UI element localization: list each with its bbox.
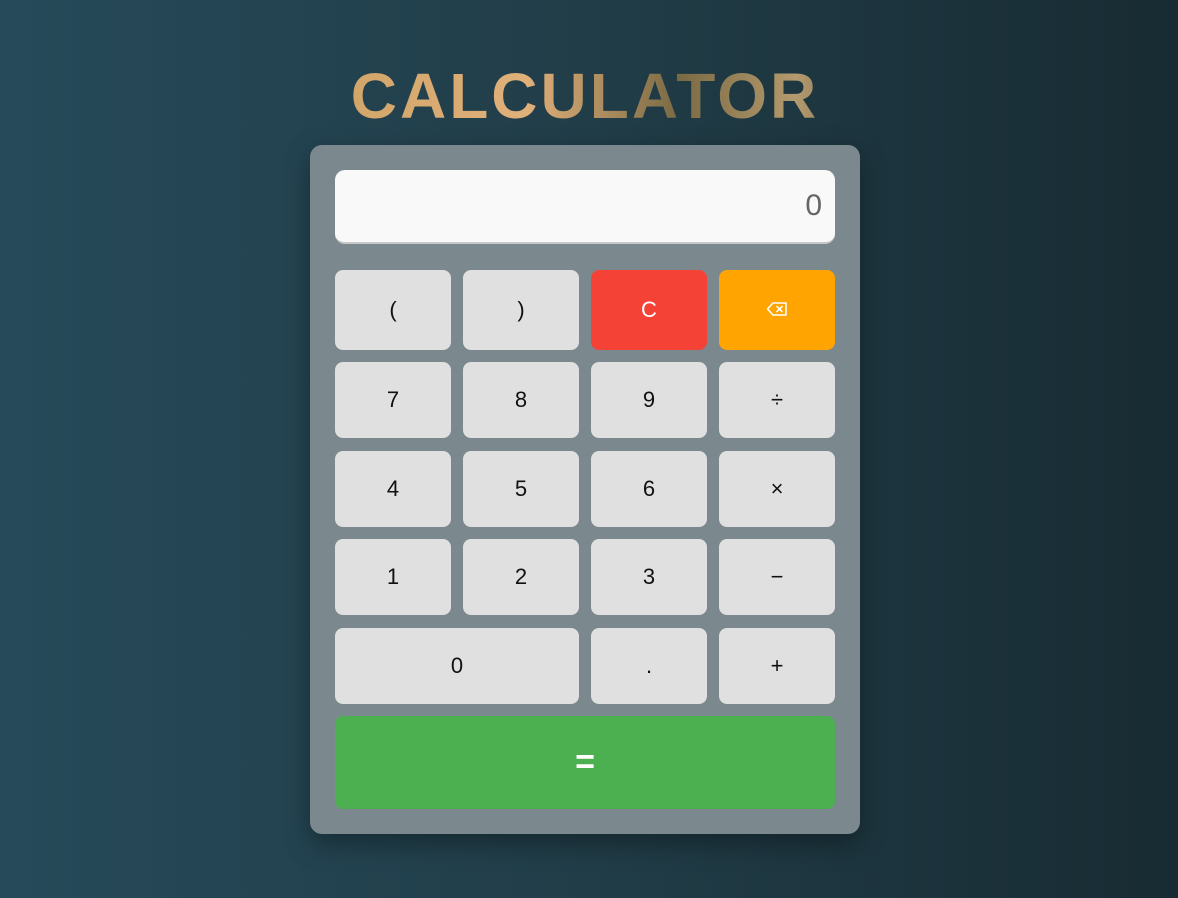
open-paren-button[interactable]: ( xyxy=(335,270,451,350)
nine-button[interactable]: 9 xyxy=(591,362,707,438)
divide-button[interactable]: ÷ xyxy=(719,362,835,438)
calculator-display: 0 xyxy=(335,170,835,244)
decimal-button[interactable]: . xyxy=(591,628,707,704)
seven-button[interactable]: 7 xyxy=(335,362,451,438)
four-button[interactable]: 4 xyxy=(335,451,451,527)
close-paren-button[interactable]: ) xyxy=(463,270,579,350)
two-button[interactable]: 2 xyxy=(463,539,579,615)
clear-button[interactable]: C xyxy=(591,270,707,350)
display-value: 0 xyxy=(805,189,822,222)
equals-button[interactable]: = xyxy=(335,716,835,809)
five-button[interactable]: 5 xyxy=(463,451,579,527)
minus-button[interactable]: − xyxy=(719,539,835,615)
one-button[interactable]: 1 xyxy=(335,539,451,615)
page-title: CALCULATOR xyxy=(0,62,1170,130)
six-button[interactable]: 6 xyxy=(591,451,707,527)
backspace-button[interactable] xyxy=(719,270,835,350)
plus-button[interactable]: + xyxy=(719,628,835,704)
backspace-icon xyxy=(766,297,788,323)
multiply-button[interactable]: × xyxy=(719,451,835,527)
three-button[interactable]: 3 xyxy=(591,539,707,615)
calculator-panel: 0 ( ) C 7 8 9 ÷ 4 5 6 × 1 2 3 − 0 . + = xyxy=(310,145,860,834)
zero-button[interactable]: 0 xyxy=(335,628,579,704)
eight-button[interactable]: 8 xyxy=(463,362,579,438)
